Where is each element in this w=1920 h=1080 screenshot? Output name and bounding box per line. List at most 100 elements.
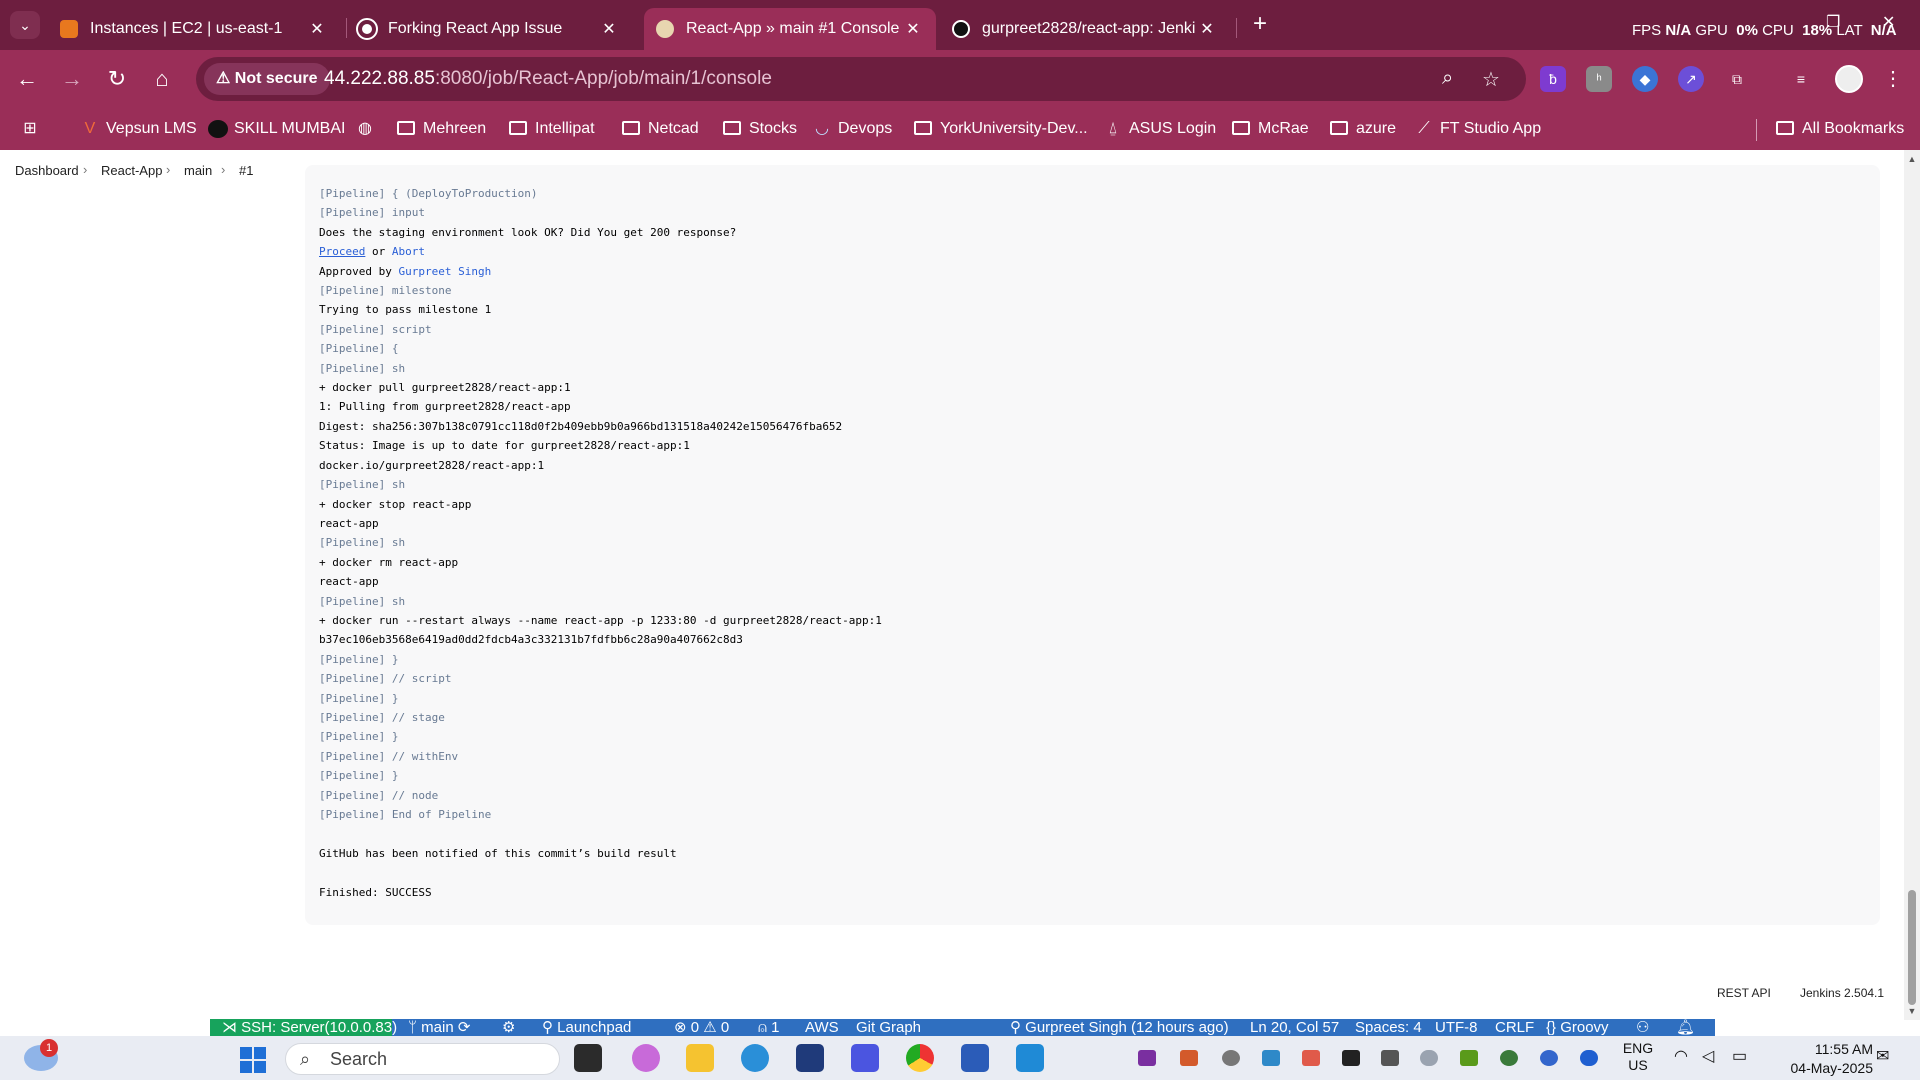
notifications-bell-icon[interactable]: 🔔︎ [1676,1019,1695,1036]
security-tray-icon[interactable] [1540,1050,1558,1066]
ports-indicator[interactable]: ⍝ 1 [758,1019,780,1036]
camera-tray-icon[interactable] [1222,1050,1240,1066]
breadcrumb-react-app[interactable]: React-App [101,163,162,178]
onedrive-cloud-icon[interactable] [1420,1050,1438,1066]
start-windows-icon[interactable] [240,1047,266,1073]
copilot-icon[interactable]: ⚙ [502,1019,515,1036]
breadcrumb-main[interactable]: main [184,163,212,178]
close-tab-icon[interactable]: ✕ [1196,19,1218,39]
wifi-icon[interactable]: ◠ [1674,1048,1688,1065]
tab-ec2-instances[interactable]: Instances | EC2 | us-east-1 ✕ [48,8,340,50]
close-window-icon[interactable]: ✕ [1882,12,1895,32]
extension-arrow-icon[interactable]: ↗ [1678,66,1704,92]
language-mode[interactable]: {} Groovy [1546,1019,1609,1036]
input-language[interactable]: ENG US [1620,1040,1656,1074]
battery-icon[interactable]: ▭ [1732,1048,1747,1065]
url-text[interactable]: 44.222.88.85:8080/job/React-App/job/main… [324,57,772,101]
eol-indicator[interactable]: CRLF [1495,1019,1534,1036]
globe-tray-icon[interactable] [1500,1050,1518,1066]
breadcrumb-dashboard[interactable]: Dashboard [15,163,79,178]
launchpad-indicator[interactable]: ⚲ Launchpad [542,1019,631,1036]
tab-search-dropdown-icon[interactable]: ⌄ [10,11,40,39]
bluetooth-icon[interactable] [1580,1050,1598,1066]
extensions-puzzle-icon[interactable]: ⧉ [1724,66,1750,92]
bookmark-devops[interactable]: ◡ Devops [812,108,892,150]
breadcrumb-build-number[interactable]: #1 [239,163,253,178]
bookmark-folder-intellipat[interactable]: Intellipat [509,108,595,150]
site-info-button[interactable]: ⚠ Not secure [204,63,330,95]
proceed-link[interactable]: Proceed [319,245,365,258]
accounts-icon[interactable]: ⚇ [1636,1019,1649,1036]
bookmark-vepsun-lms[interactable]: V Vepsun LMS [80,108,197,150]
taskbar-search-box[interactable]: ⌕ Search [285,1043,560,1075]
bookmark-folder-yorkuniversity[interactable]: YorkUniversity-Dev... [914,108,1088,150]
new-tab-button[interactable]: + [1246,11,1274,39]
power-automate-icon[interactable] [851,1044,879,1072]
vscode-app-icon[interactable] [1016,1044,1044,1072]
bookmark-folder-mcrae[interactable]: McRae [1232,108,1309,150]
aws-indicator[interactable]: AWS [805,1019,839,1036]
bookmark-folder-stocks[interactable]: Stocks [723,108,797,150]
system-clock[interactable]: 11:55 AM 04-May-2025 [1763,1040,1874,1078]
extension-grey-icon[interactable]: ʰ [1586,66,1612,92]
all-bookmarks-button[interactable]: All Bookmarks [1776,108,1904,150]
tab-forking-react-app[interactable]: Forking React App Issue ✕ [346,8,632,50]
close-tab-icon[interactable]: ✕ [598,19,620,39]
bookmark-star-icon[interactable]: ☆ [1482,67,1500,92]
apps-grid-icon[interactable]: ⊞ [20,108,46,150]
browser-menu-kebab-icon[interactable]: ⋮ [1880,66,1906,92]
scroll-up-arrow-icon[interactable]: ▲ [1904,154,1920,164]
back-icon[interactable]: ← [12,64,42,94]
zoom-magnifier-icon[interactable]: ⌕ [1442,67,1453,90]
edge-browser-icon[interactable] [741,1044,769,1072]
volume-icon[interactable]: ◁ [1702,1048,1714,1065]
notification-center-icon[interactable]: ✉ [1876,1048,1889,1065]
indentation-indicator[interactable]: Spaces: 4 [1355,1019,1422,1036]
bookmark-globe[interactable]: ◍ [355,108,381,150]
bookmark-skill-mumbai[interactable]: SKILL MUMBAI [208,108,345,150]
ai-tray-icon[interactable] [1262,1050,1280,1066]
copilot-app-icon[interactable] [632,1044,660,1072]
device-tray-icon[interactable] [1381,1050,1399,1066]
onenote-tray-icon[interactable] [1138,1050,1156,1066]
remote-ssh-indicator[interactable]: ⋊ SSH: Server(10.0.0.83) [210,1019,397,1036]
chart-tray-icon[interactable] [1302,1050,1320,1066]
bookmark-ft-studio-app[interactable]: ⟋ FT Studio App [1414,108,1541,150]
abort-link[interactable]: Abort [392,245,425,258]
bookmark-folder-azure[interactable]: azure [1330,108,1396,150]
cursor-position[interactable]: Ln 20, Col 57 [1250,1019,1339,1036]
jenkins-version-link[interactable]: Jenkins 2.504.1 [1800,986,1884,1000]
tab-github-repo[interactable]: gurpreet2828/react-app: Jenkin ✕ [940,8,1230,50]
encoding-indicator[interactable]: UTF-8 [1435,1019,1478,1036]
file-explorer-icon[interactable] [686,1044,714,1072]
bookmark-asus-login[interactable]: ⍙ ASUS Login [1103,108,1216,150]
nvidia-tray-icon[interactable] [1460,1050,1478,1066]
bookmark-folder-netcad[interactable]: Netcad [622,108,699,150]
close-tab-icon[interactable]: ✕ [306,19,328,39]
tab-jenkins-console[interactable]: React-App » main #1 Console ✕ [644,8,936,50]
extension-shield-icon[interactable]: ◆ [1632,66,1658,92]
extension-purple-icon[interactable]: ƀ [1540,66,1566,92]
media-control-icon[interactable]: ≡ [1788,66,1814,92]
scrollbar-thumb[interactable] [1908,890,1916,1005]
screen-tray-icon[interactable] [1342,1050,1360,1066]
bookmark-folder-mehreen[interactable]: Mehreen [397,108,486,150]
forward-icon[interactable]: → [57,64,87,94]
reload-icon[interactable]: ↻ [102,64,132,94]
scroll-down-arrow-icon[interactable]: ▼ [1904,1006,1920,1016]
office-tray-icon[interactable] [1180,1050,1198,1066]
problems-indicator[interactable]: ⊗ 0 ⚠ 0 [674,1019,729,1036]
word-app-icon[interactable] [961,1044,989,1072]
chrome-browser-icon[interactable] [906,1044,934,1072]
close-tab-icon[interactable]: ✕ [902,19,924,39]
task-view-icon[interactable] [574,1044,602,1072]
rest-api-link[interactable]: REST API [1717,986,1771,1000]
page-scrollbar[interactable]: ▲ ▼ [1904,150,1920,1020]
address-bar[interactable]: ⚠ Not secure 44.222.88.85:8080/job/React… [196,57,1526,101]
approver-user-link[interactable]: Gurpreet Singh [398,265,491,278]
microsoft-store-icon[interactable] [796,1044,824,1072]
profile-avatar[interactable] [1835,65,1863,93]
git-blame-indicator[interactable]: ⚲ Gurpreet Singh (12 hours ago) [1010,1019,1229,1036]
git-branch-indicator[interactable]: ᛘ main ⟳ [408,1019,470,1036]
restore-window-icon[interactable]: ❐ [1826,12,1840,32]
